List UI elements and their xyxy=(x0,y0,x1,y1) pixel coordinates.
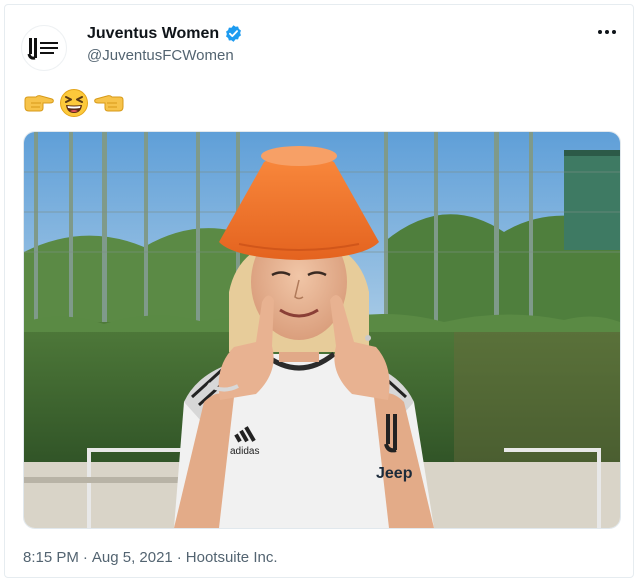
kit-brand-text: adidas xyxy=(230,446,259,457)
meta-separator-2: · xyxy=(176,549,182,566)
pointing-left-emoji-icon xyxy=(94,95,124,112)
avatar[interactable] xyxy=(21,25,67,71)
shirt-sponsor-text: Jeep xyxy=(376,465,413,482)
tweet-meta: 8:15 PM · Aug 5, 2021 · Hootsuite Inc. xyxy=(23,549,278,566)
more-dots-icon xyxy=(598,30,616,34)
tweet-header: Juventus Women @JuventusFCWomen xyxy=(5,5,633,75)
tweet-source[interactable]: Hootsuite Inc. xyxy=(186,549,278,566)
verified-badge-icon xyxy=(224,24,243,43)
meta-separator: · xyxy=(82,549,88,566)
account-handle[interactable]: @JuventusFCWomen xyxy=(87,47,234,64)
juventus-logo-icon xyxy=(27,38,58,60)
tweet-photo[interactable]: Jeep adidas xyxy=(23,131,621,529)
tweet-date[interactable]: Aug 5, 2021 xyxy=(92,549,173,566)
grinning-squinting-face-emoji-icon xyxy=(60,89,88,117)
tweet-text xyxy=(23,87,125,119)
player-photo-image: Jeep adidas xyxy=(24,132,620,528)
display-name[interactable]: Juventus Women xyxy=(87,25,219,43)
more-options-button[interactable] xyxy=(593,21,621,43)
name-row: Juventus Women xyxy=(87,24,243,43)
pointing-right-emoji-icon xyxy=(24,95,54,112)
tweet-card: Juventus Women @JuventusFCWomen Jeep adi… xyxy=(4,4,634,578)
tweet-time[interactable]: 8:15 PM xyxy=(23,549,79,566)
